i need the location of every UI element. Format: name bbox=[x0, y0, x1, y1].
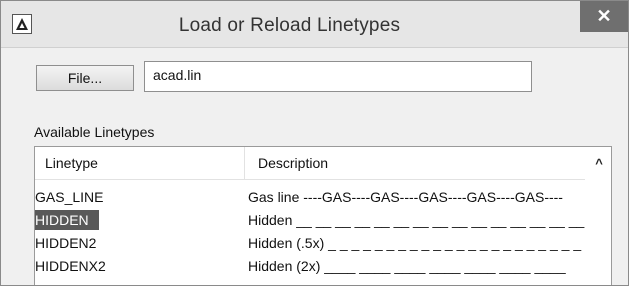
column-header-description[interactable]: Description bbox=[245, 147, 585, 180]
linetype-name: HIDDENX2 bbox=[35, 258, 106, 274]
available-linetypes-label: Available Linetypes bbox=[34, 124, 155, 140]
table-row[interactable]: HIDDEN2 Hidden (.5x) _ _ _ _ _ _ _ _ _ _… bbox=[35, 233, 587, 255]
table-row[interactable]: GAS_LINE Gas line ----GAS----GAS----GAS-… bbox=[35, 187, 587, 209]
linetype-description: Gas line ----GAS----GAS----GAS----GAS---… bbox=[248, 189, 563, 205]
close-button[interactable]: ✕ bbox=[580, 1, 628, 32]
linetype-name: HIDDEN bbox=[35, 210, 99, 230]
file-button[interactable]: File... bbox=[36, 65, 134, 91]
dialog-title: Load or Reload Linetypes bbox=[178, 15, 401, 36]
close-icon: ✕ bbox=[596, 6, 612, 26]
table-row[interactable]: HIDDENX2 Hidden (2x) ____ ____ ____ ____… bbox=[35, 256, 587, 278]
linetype-name: HIDDEN2 bbox=[35, 235, 97, 251]
load-linetypes-dialog: Load or Reload Linetypes ✕ File... acad.… bbox=[0, 0, 629, 286]
linetype-description: Hidden (.5x) _ _ _ _ _ _ _ _ _ _ _ _ _ _… bbox=[248, 235, 582, 251]
scroll-up-icon[interactable]: ^ bbox=[587, 147, 611, 180]
linetype-description: Hidden (2x) ____ ____ ____ ____ ____ ___… bbox=[248, 258, 566, 274]
linetype-name: GAS_LINE bbox=[35, 189, 104, 205]
table-row[interactable]: HIDDEN Hidden __ __ __ __ __ __ __ __ __… bbox=[35, 210, 588, 232]
linetypes-list[interactable]: Linetype Description ^ GAS_LINE Gas line… bbox=[34, 146, 612, 285]
column-header-linetype[interactable]: Linetype bbox=[35, 147, 245, 180]
title-bar[interactable]: Load or Reload Linetypes ✕ bbox=[1, 1, 628, 48]
linetype-description: Hidden __ __ __ __ __ __ __ __ __ __ __ … bbox=[248, 212, 588, 228]
filename-field[interactable]: acad.lin bbox=[144, 61, 532, 92]
